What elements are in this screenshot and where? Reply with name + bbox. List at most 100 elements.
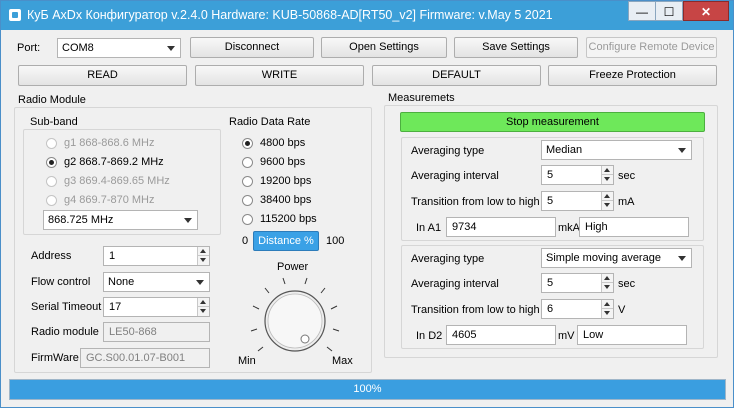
- transition-label: Transition from low to high: [411, 304, 540, 316]
- chevron-down-icon: [196, 280, 204, 285]
- distance-button[interactable]: Distance %: [253, 231, 319, 251]
- power-max-label: Max: [332, 355, 353, 367]
- avg-type-label: Averaging type: [411, 145, 485, 157]
- distance-min-label: 0: [242, 235, 249, 247]
- input-a1-label: In A1: [416, 222, 442, 234]
- app-icon: [9, 9, 21, 21]
- radio-circle-icon: [46, 195, 57, 206]
- avg-interval-unit: sec: [618, 170, 636, 182]
- progress-bar: 100%: [9, 379, 726, 400]
- decrement-icon[interactable]: [197, 256, 209, 265]
- data-rate-title: Radio Data Rate: [229, 116, 311, 128]
- subband-g3-label: g3 869.4-869.65 MHz: [64, 175, 170, 187]
- chevron-down-icon: [184, 218, 192, 223]
- radio-circle-icon: [46, 138, 57, 149]
- default-button[interactable]: DEFAULT: [372, 65, 541, 86]
- increment-icon[interactable]: [601, 274, 613, 283]
- decrement-icon[interactable]: [601, 283, 613, 292]
- radio-circle-icon: [242, 157, 253, 168]
- decrement-icon[interactable]: [197, 307, 209, 316]
- radio-module-field: LE50-868: [103, 322, 210, 342]
- serial-timeout-stepper[interactable]: 17: [103, 297, 210, 317]
- power-min-label: Min: [238, 355, 256, 367]
- avg-type-value: Simple moving average: [546, 252, 661, 264]
- app-window: КуБ AxDx Конфигуратор v.2.4.0 Hardware: …: [0, 0, 734, 408]
- input-d2-label: In D2: [416, 330, 443, 342]
- input-d2-unit: mV: [558, 330, 575, 342]
- increment-icon[interactable]: [601, 300, 613, 309]
- port-select[interactable]: COM8: [57, 38, 181, 58]
- chevron-down-icon: [678, 148, 686, 153]
- flow-control-value: None: [108, 276, 135, 288]
- disconnect-button[interactable]: Disconnect: [190, 37, 314, 58]
- avg-interval-label: Averaging interval: [411, 170, 499, 182]
- rate-9600-label: 9600 bps: [260, 156, 306, 168]
- power-label: Power: [277, 261, 309, 273]
- increment-icon[interactable]: [197, 298, 209, 307]
- address-stepper[interactable]: 1: [103, 246, 210, 266]
- chevron-down-icon: [678, 256, 686, 261]
- write-button[interactable]: WRITE: [195, 65, 364, 86]
- radio-circle-icon: [242, 176, 253, 187]
- chevron-down-icon: [167, 46, 175, 51]
- increment-icon[interactable]: [601, 166, 613, 175]
- transition-unit: mA: [618, 196, 635, 208]
- input-a1-unit: mkA: [558, 222, 580, 234]
- flow-control-select[interactable]: None: [103, 272, 210, 292]
- radio-module-label: Radio module: [31, 326, 99, 338]
- flow-control-label: Flow control: [31, 276, 91, 288]
- configure-remote-device-button[interactable]: Configure Remote Device: [586, 37, 717, 58]
- firmware-label: FirmWare: [31, 352, 79, 364]
- transition-stepper[interactable]: 6: [541, 299, 614, 319]
- transition-label: Transition from low to high: [411, 196, 540, 208]
- input-a1-value: 9734: [446, 217, 556, 237]
- open-settings-button[interactable]: Open Settings: [321, 37, 447, 58]
- frequency-select[interactable]: 868.725 MHz: [43, 210, 198, 230]
- title-bar: КуБ AxDx Конфигуратор v.2.4.0 Hardware: …: [1, 1, 733, 30]
- input-d2-state: Low: [577, 325, 687, 345]
- avg-interval-stepper[interactable]: 5: [541, 165, 614, 185]
- address-value: 1: [109, 250, 116, 262]
- serial-timeout-label: Serial Timeout: [31, 301, 102, 313]
- minimize-button[interactable]: —: [628, 1, 656, 21]
- avg-interval-unit: sec: [618, 278, 636, 290]
- measurements-title: Measuremets: [388, 92, 455, 104]
- transition-stepper[interactable]: 5: [541, 191, 614, 211]
- subband-g2-label: g2 868.7-869.2 MHz: [64, 156, 164, 168]
- stop-measurement-button[interactable]: Stop measurement: [400, 112, 705, 132]
- avg-type-select[interactable]: Median: [541, 140, 692, 160]
- serial-timeout-value: 17: [109, 301, 122, 313]
- radio-circle-icon: [242, 195, 253, 206]
- increment-icon[interactable]: [197, 247, 209, 256]
- close-button[interactable]: ✕: [683, 1, 729, 21]
- transition-value: 5: [547, 195, 554, 207]
- avg-interval-label: Averaging interval: [411, 278, 499, 290]
- rate-115200-label: 115200 bps: [260, 213, 317, 225]
- decrement-icon[interactable]: [601, 309, 613, 318]
- increment-icon[interactable]: [601, 192, 613, 201]
- radio-circle-icon: [242, 138, 253, 149]
- input-d2-value: 4605: [446, 325, 556, 345]
- subband-g4-label: g4 869.7-870 MHz: [64, 194, 155, 206]
- freeze-protection-button[interactable]: Freeze Protection: [548, 65, 717, 86]
- avg-type-select[interactable]: Simple moving average: [541, 248, 692, 268]
- frequency-value: 868.725 MHz: [48, 214, 114, 226]
- rate-38400-label: 38400 bps: [260, 194, 312, 206]
- save-settings-button[interactable]: Save Settings: [454, 37, 578, 58]
- port-label: Port:: [17, 42, 41, 54]
- decrement-icon[interactable]: [601, 201, 613, 210]
- radio-circle-icon: [46, 157, 57, 168]
- power-knob[interactable]: [247, 277, 343, 363]
- maximize-button[interactable]: ☐: [656, 1, 683, 21]
- avg-interval-stepper[interactable]: 5: [541, 273, 614, 293]
- transition-value: 6: [547, 303, 554, 315]
- avg-type-label: Averaging type: [411, 253, 485, 265]
- read-button[interactable]: READ: [18, 65, 187, 86]
- decrement-icon[interactable]: [601, 175, 613, 184]
- window-title: КуБ AxDx Конфигуратор v.2.4.0 Hardware: …: [27, 8, 553, 22]
- port-value: COM8: [62, 42, 94, 54]
- radio-circle-icon: [46, 176, 57, 187]
- subband-g1-label: g1 868-868.6 MHz: [64, 137, 155, 149]
- distance-max-label: 100: [326, 235, 345, 247]
- avg-interval-value: 5: [547, 169, 554, 181]
